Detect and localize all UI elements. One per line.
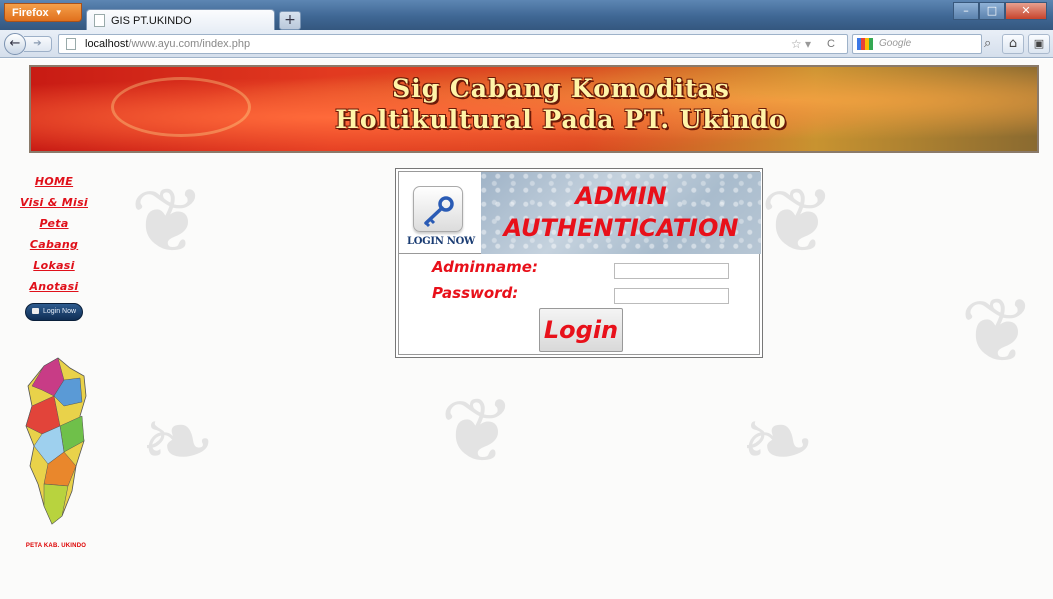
region-map-image[interactable] <box>24 356 90 528</box>
banner-title-line-1: Sig Cabang Komoditas <box>392 74 730 103</box>
bamboo-watermark: ❦ <box>960 279 1036 384</box>
maximize-button[interactable]: □ <box>979 2 1005 20</box>
minimize-button[interactable]: – <box>953 2 979 20</box>
key-icon <box>413 186 463 232</box>
auth-title-line-2: AUTHENTICATION <box>503 214 739 242</box>
login-now-label: Login Now <box>42 308 77 315</box>
web-page: ❦ ❧ ❦ ❧ ❦ ❧ ❦ Sig Cabang Komoditas Holti… <box>0 59 1053 599</box>
nav-link-peta[interactable]: Peta <box>18 213 90 234</box>
search-placeholder: Google <box>879 38 912 49</box>
bamboo-watermark: ❦ <box>440 379 516 484</box>
tab-title: GIS PT.UKINDO <box>111 15 192 27</box>
url-path: /www.ayu.com/index.php <box>128 38 251 50</box>
google-logo-icon <box>857 38 873 50</box>
nav-link-visi-misi[interactable]: Visi & Misi <box>18 192 90 213</box>
home-icon: ⌂ <box>1008 36 1018 51</box>
lock-icon <box>31 308 39 314</box>
nav-link-anotasi[interactable]: Anotasi <box>18 276 90 297</box>
site-banner: Sig Cabang Komoditas Holtikultural Pada … <box>29 65 1039 153</box>
address-bar[interactable]: localhost/www.ayu.com/index.php ☆ ▾ C <box>58 34 848 54</box>
chevron-down-icon: ▼ <box>54 8 63 17</box>
reload-icon[interactable]: C <box>827 35 835 53</box>
nav-link-home[interactable]: HOME <box>18 171 90 192</box>
auth-title-cell: ADMIN AUTHENTICATION <box>481 172 761 254</box>
admin-login-panel: LOGIN NOW ADMIN AUTHENTICATION Adminname… <box>395 168 763 358</box>
sidebar-nav: HOME Visi & Misi Peta Cabang Lokasi Anot… <box>18 171 90 321</box>
login-icon-cell: LOGIN NOW <box>399 172 481 254</box>
firefox-menu-button[interactable]: Firefox ▼ <box>4 3 82 22</box>
adminname-label: Adminname: <box>432 258 538 276</box>
banner-title-line-2: Holtikultural Pada PT. Ukindo <box>335 105 787 134</box>
bamboo-watermark: ❦ <box>760 169 836 274</box>
search-icon[interactable]: ⌕ <box>984 36 991 51</box>
bamboo-watermark: ❦ <box>130 169 206 274</box>
nav-link-lokasi[interactable]: Lokasi <box>18 255 90 276</box>
search-box[interactable]: Google <box>852 34 982 54</box>
forward-button[interactable]: ➔ <box>24 36 52 52</box>
bookmark-star-icon[interactable]: ☆ ▾ <box>791 35 811 53</box>
bookmarks-menu-button[interactable]: ▣ <box>1028 34 1050 54</box>
password-input[interactable] <box>614 288 729 304</box>
home-button[interactable]: ⌂ <box>1002 34 1024 54</box>
window-controls: – □ ✕ <box>953 2 1047 20</box>
back-button[interactable]: ← <box>4 33 26 55</box>
auth-header: LOGIN NOW ADMIN AUTHENTICATION <box>399 172 761 254</box>
auth-title: ADMIN AUTHENTICATION <box>481 180 761 244</box>
firefox-menu-label: Firefox <box>12 7 49 19</box>
bamboo-watermark: ❧ <box>740 389 816 494</box>
bookmarks-icon: ▣ <box>1033 37 1045 50</box>
browser-titlebar: Firefox ▼ GIS PT.UKINDO + – □ ✕ <box>0 0 1053 31</box>
login-submit-button[interactable]: Login <box>539 308 623 352</box>
map-caption: PETA KAB. UKINDO <box>25 543 87 549</box>
admin-login-inner: LOGIN NOW ADMIN AUTHENTICATION Adminname… <box>398 171 761 355</box>
banner-title: Sig Cabang Komoditas Holtikultural Pada … <box>241 73 881 135</box>
adminname-input[interactable] <box>614 263 729 279</box>
new-tab-button[interactable]: + <box>279 11 301 30</box>
page-icon <box>66 38 76 50</box>
banner-ornament <box>111 77 251 137</box>
bamboo-watermark: ❧ <box>140 389 216 494</box>
password-label: Password: <box>432 284 519 302</box>
login-icon-caption: LOGIN NOW <box>407 236 475 247</box>
browser-tab[interactable]: GIS PT.UKINDO <box>86 9 275 31</box>
navigation-toolbar: ➔ ← localhost/www.ayu.com/index.php ☆ ▾ … <box>0 30 1053 58</box>
back-forward-group: ➔ ← <box>4 33 58 55</box>
url-host: localhost <box>85 38 129 50</box>
login-now-button[interactable]: Login Now <box>25 303 83 321</box>
auth-title-line-1: ADMIN <box>575 182 667 210</box>
close-button[interactable]: ✕ <box>1005 2 1047 20</box>
page-icon <box>94 14 105 27</box>
nav-link-cabang[interactable]: Cabang <box>18 234 90 255</box>
